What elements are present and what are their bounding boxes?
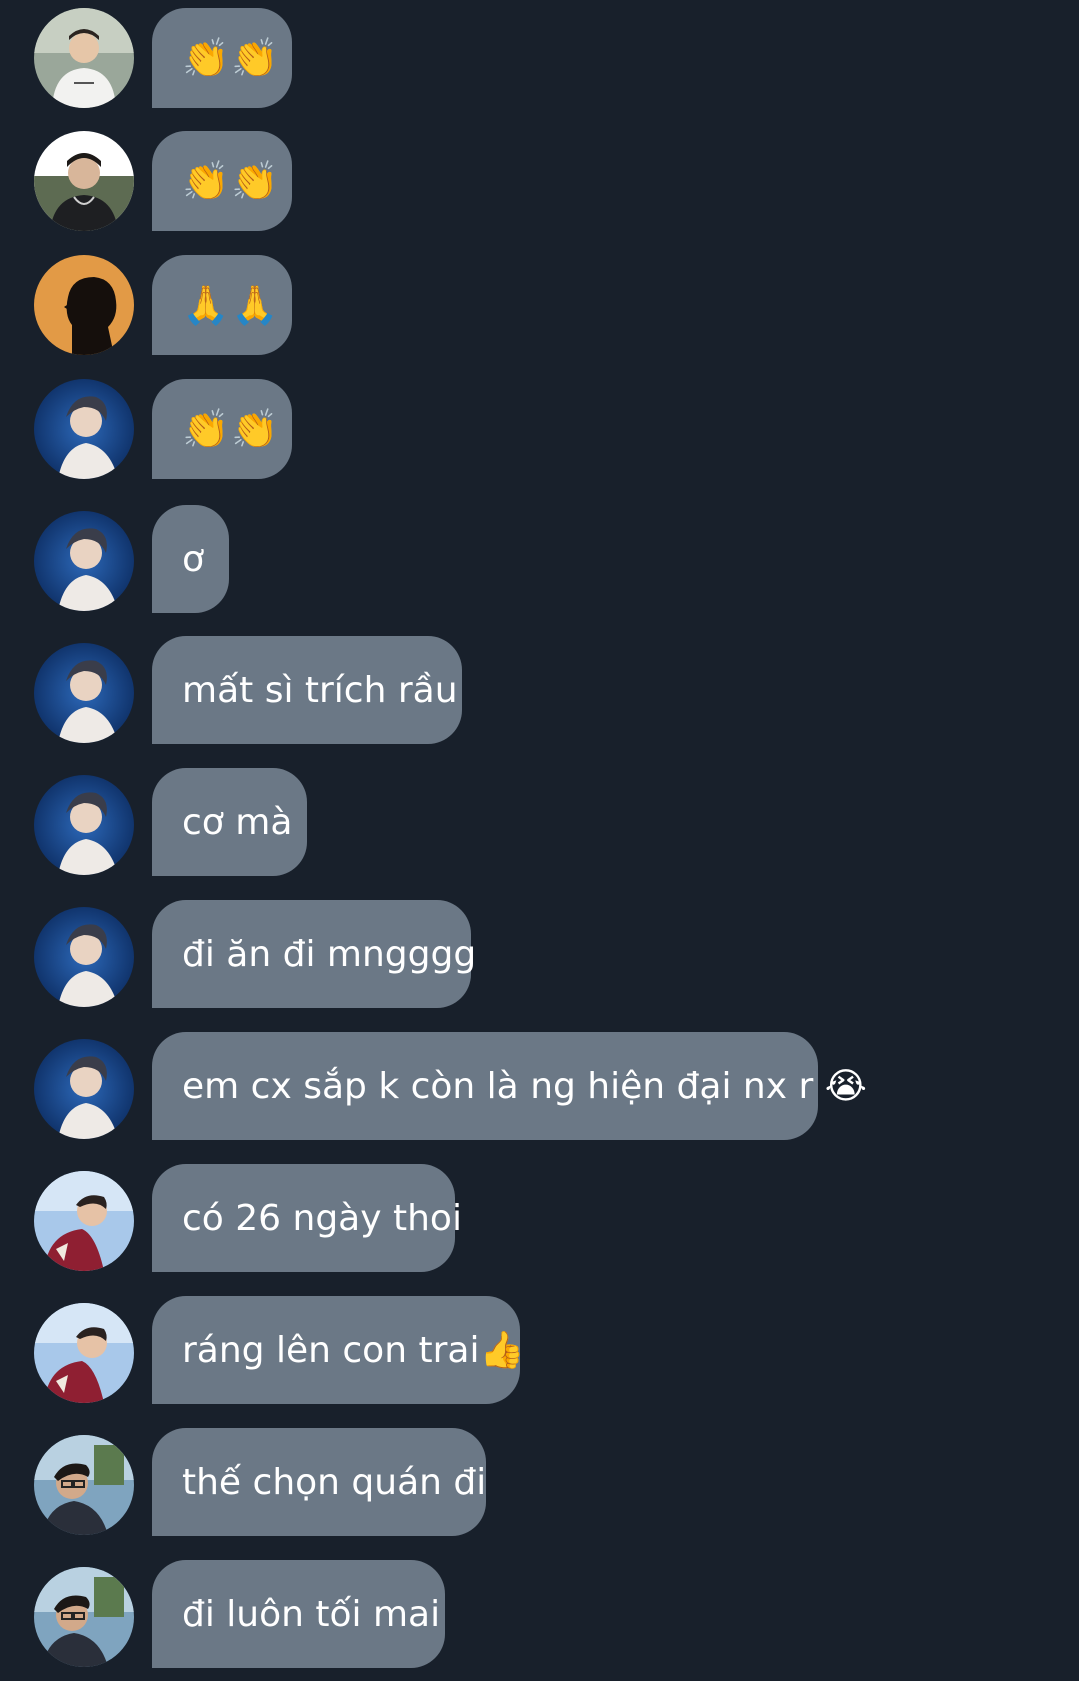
message-bubble[interactable]: cơ mà: [152, 768, 307, 876]
avatar[interactable]: [34, 8, 134, 108]
avatar[interactable]: [34, 1567, 134, 1667]
avatar[interactable]: [34, 1303, 134, 1403]
avatar[interactable]: [34, 255, 134, 355]
message-bubble[interactable]: thế chọn quán đi: [152, 1428, 486, 1536]
avatar[interactable]: [34, 379, 134, 479]
message-bubble[interactable]: ráng lên con trai👍: [152, 1296, 524, 1404]
message-bubble[interactable]: 🙏🙏: [152, 255, 292, 355]
avatar[interactable]: [34, 1039, 134, 1139]
message-bubble[interactable]: ơ: [152, 505, 229, 613]
avatar[interactable]: [34, 1171, 134, 1271]
avatar[interactable]: [34, 775, 134, 875]
avatar[interactable]: [34, 643, 134, 743]
message-bubble[interactable]: 👏👏: [152, 379, 292, 479]
avatar[interactable]: [34, 907, 134, 1007]
avatar[interactable]: [34, 511, 134, 611]
message-bubble[interactable]: 👏👏: [152, 131, 292, 231]
message-bubble[interactable]: đi ăn đi mngggg: [152, 900, 476, 1008]
avatar[interactable]: [34, 1435, 134, 1535]
message-bubble[interactable]: có 26 ngày thoi: [152, 1164, 462, 1272]
message-bubble[interactable]: mất sì trích rầu: [152, 636, 462, 744]
chat-message-list[interactable]: 👏👏 👏👏 🙏🙏 👏👏 ơ mất sì trích rầu cơ mà đi …: [0, 0, 1079, 1681]
message-bubble[interactable]: đi luôn tối mai: [152, 1560, 445, 1668]
message-bubble[interactable]: 👏👏: [152, 8, 292, 108]
avatar[interactable]: [34, 131, 134, 231]
message-bubble[interactable]: em cx sắp k còn là ng hiện đại nx r 😭: [152, 1032, 867, 1140]
